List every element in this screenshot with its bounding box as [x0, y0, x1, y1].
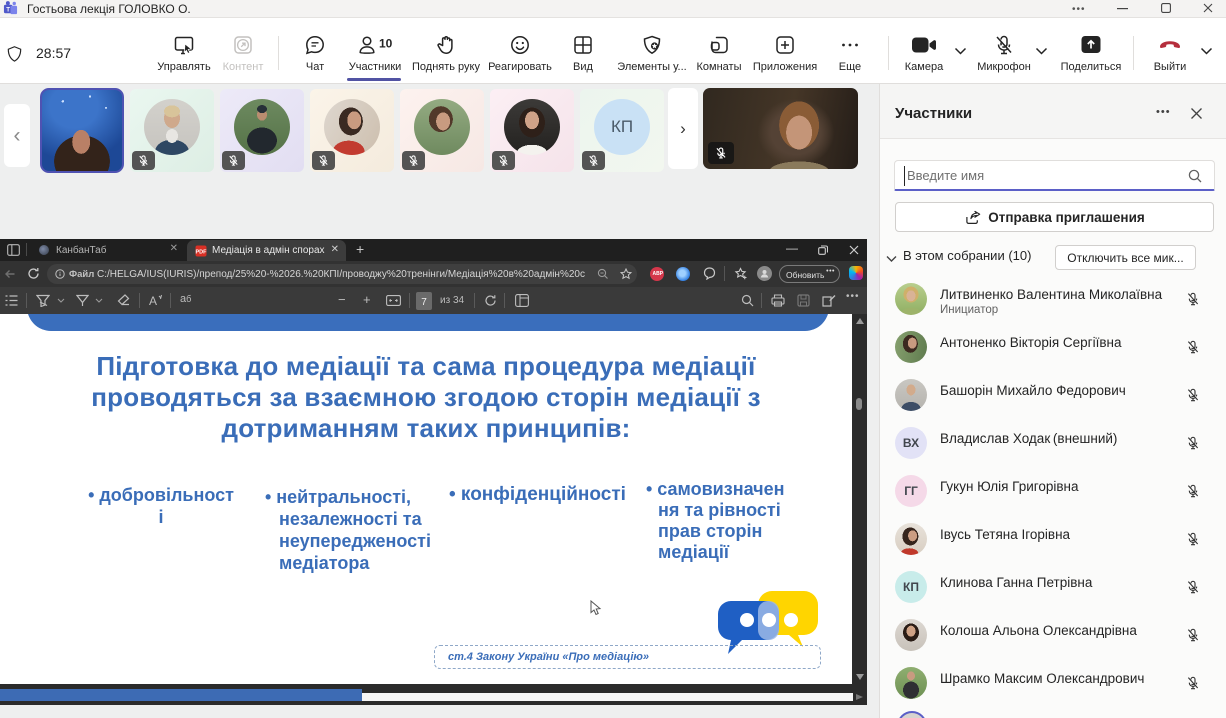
- svg-text:PDF: PDF: [196, 250, 208, 256]
- svg-text:10: 10: [379, 37, 393, 51]
- svg-text:T: T: [6, 6, 10, 13]
- svg-text:A: A: [149, 294, 157, 307]
